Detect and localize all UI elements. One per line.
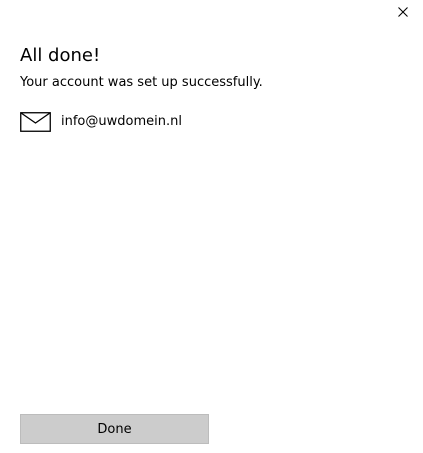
account-setup-dialog: All done! Your account was set up succes…	[0, 0, 423, 453]
dialog-title: All done!	[20, 45, 101, 66]
done-button[interactable]: Done	[20, 414, 209, 444]
account-list-item: info@uwdomein.nl	[20, 111, 182, 133]
close-button[interactable]	[390, 0, 416, 24]
close-icon	[397, 6, 409, 18]
mail-icon	[20, 111, 51, 133]
dialog-subtitle: Your account was set up successfully.	[20, 75, 263, 90]
account-email: info@uwdomein.nl	[61, 114, 182, 129]
